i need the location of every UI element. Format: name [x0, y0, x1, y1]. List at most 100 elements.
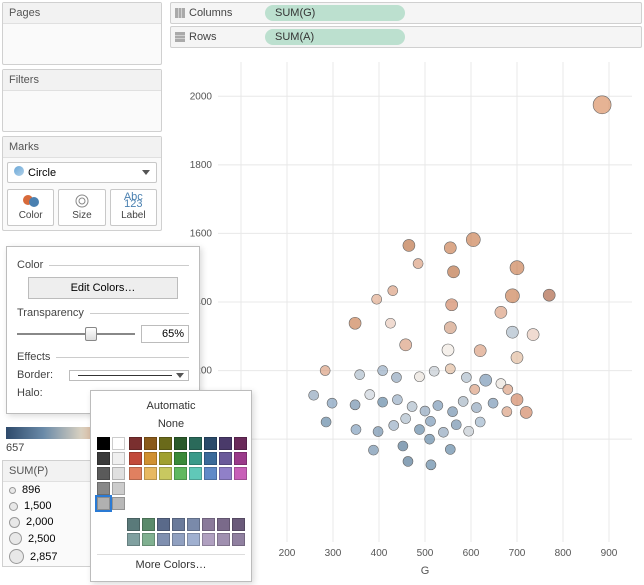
swatch[interactable]: [232, 518, 245, 531]
color-button[interactable]: Color: [7, 189, 54, 226]
color-popup: Color Edit Colors… Transparency 65% Effe…: [6, 246, 200, 414]
swatch[interactable]: [129, 467, 142, 480]
rows-icon: [175, 32, 185, 42]
swatch[interactable]: [219, 467, 232, 480]
swatch[interactable]: [97, 452, 110, 465]
swatch[interactable]: [172, 533, 185, 546]
svg-text:2000: 2000: [190, 91, 213, 102]
columns-pill[interactable]: SUM(G): [265, 5, 405, 21]
none-option[interactable]: None: [97, 415, 245, 433]
swatch[interactable]: [144, 437, 157, 450]
label-icon: Abc123: [124, 194, 143, 208]
marks-panel: Marks Circle Color Size Abc123 Label: [2, 136, 162, 231]
marks-type-select[interactable]: Circle: [7, 162, 157, 183]
label-button[interactable]: Abc123 Label: [110, 189, 157, 226]
swatch[interactable]: [142, 533, 155, 546]
automatic-option[interactable]: Automatic: [97, 397, 245, 415]
rows-shelf[interactable]: Rows SUM(A): [170, 26, 642, 48]
swatch[interactable]: [204, 437, 217, 450]
size-legend-label: 2,857: [30, 551, 58, 563]
swatch[interactable]: [129, 452, 142, 465]
swatch[interactable]: [112, 467, 125, 480]
swatch[interactable]: [157, 533, 170, 546]
swatch[interactable]: [189, 467, 202, 480]
swatch[interactable]: [217, 533, 230, 546]
svg-text:900: 900: [601, 548, 618, 559]
swatch[interactable]: [112, 437, 125, 450]
swatch[interactable]: [174, 467, 187, 480]
swatch[interactable]: [129, 437, 142, 450]
swatch[interactable]: [97, 482, 110, 495]
swatch[interactable]: [232, 533, 245, 546]
rows-pill[interactable]: SUM(A): [265, 29, 405, 45]
swatch[interactable]: [219, 437, 232, 450]
size-legend-label: 2,500: [28, 533, 56, 545]
label-label: Label: [121, 210, 145, 221]
swatch[interactable]: [217, 518, 230, 531]
swatch[interactable]: [234, 452, 247, 465]
swatch[interactable]: [112, 482, 125, 495]
swatch[interactable]: [112, 452, 125, 465]
svg-text:400: 400: [371, 548, 388, 559]
swatch[interactable]: [127, 533, 140, 546]
swatch[interactable]: [202, 518, 215, 531]
swatch[interactable]: [159, 467, 172, 480]
size-legend-label: 2,000: [26, 516, 54, 528]
swatch[interactable]: [144, 467, 157, 480]
swatch[interactable]: [204, 452, 217, 465]
svg-text:1600: 1600: [190, 228, 213, 239]
swatch[interactable]: [172, 518, 185, 531]
swatch[interactable]: [202, 533, 215, 546]
swatch[interactable]: [142, 518, 155, 531]
size-legend-label: 1,500: [24, 500, 52, 512]
swatch[interactable]: [219, 452, 232, 465]
border-preview: [78, 375, 172, 376]
more-colors-option[interactable]: More Colors…: [97, 554, 245, 575]
svg-text:700: 700: [509, 548, 526, 559]
slider-thumb[interactable]: [85, 327, 97, 341]
border-select[interactable]: [69, 370, 189, 381]
color-icon: [23, 194, 39, 208]
columns-shelf[interactable]: Columns SUM(G): [170, 2, 642, 24]
swatch[interactable]: [97, 437, 110, 450]
swatch[interactable]: [187, 533, 200, 546]
swatch[interactable]: [97, 467, 110, 480]
svg-text:300: 300: [325, 548, 342, 559]
swatch[interactable]: [187, 518, 200, 531]
size-button[interactable]: Size: [58, 189, 105, 226]
swatch[interactable]: [159, 437, 172, 450]
swatch[interactable]: [157, 518, 170, 531]
transparency-slider[interactable]: [17, 333, 135, 335]
swatch[interactable]: [234, 467, 247, 480]
svg-text:600: 600: [463, 548, 480, 559]
swatch[interactable]: [204, 467, 217, 480]
swatch[interactable]: [144, 452, 157, 465]
color-swatch-grid-top: [97, 433, 245, 514]
swatch[interactable]: [189, 452, 202, 465]
halo-label: Halo:: [17, 387, 61, 399]
swatch[interactable]: [174, 437, 187, 450]
swatch[interactable]: [112, 497, 125, 510]
edit-colors-button[interactable]: Edit Colors…: [28, 277, 178, 299]
swatch[interactable]: [174, 452, 187, 465]
size-label: Size: [72, 210, 91, 221]
svg-text:G: G: [421, 565, 430, 577]
swatch[interactable]: [97, 497, 110, 510]
swatch[interactable]: [127, 518, 140, 531]
pages-header: Pages: [3, 3, 161, 24]
size-circle-icon: [9, 517, 20, 528]
color-swatch-grid-bottom: [97, 514, 245, 550]
size-circle-icon: [9, 502, 18, 511]
size-legend-label: 896: [22, 484, 40, 496]
marks-header: Marks: [3, 137, 161, 158]
swatch[interactable]: [159, 452, 172, 465]
gradient-min-label: 657: [6, 442, 24, 454]
swatch[interactable]: [189, 437, 202, 450]
rows-text: Rows: [189, 31, 217, 43]
transparency-value[interactable]: 65%: [141, 325, 189, 343]
swatch[interactable]: [234, 437, 247, 450]
size-circle-icon: [9, 532, 22, 545]
svg-text:500: 500: [417, 548, 434, 559]
svg-text:1800: 1800: [190, 160, 213, 171]
size-circle-icon: [9, 487, 16, 494]
